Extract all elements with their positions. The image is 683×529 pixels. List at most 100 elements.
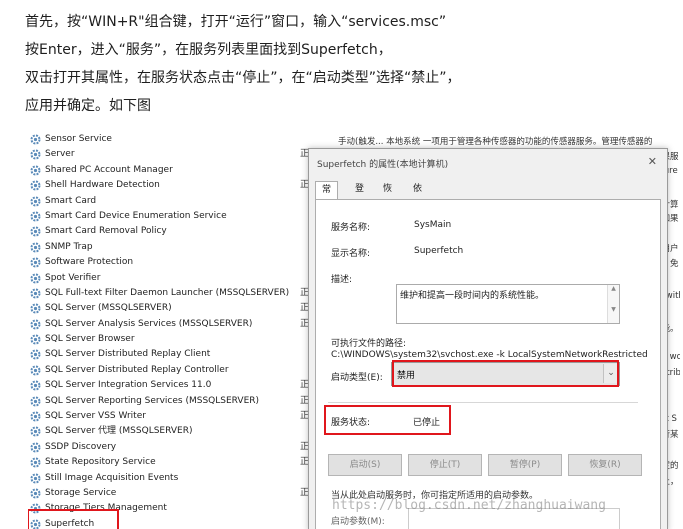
gear-icon bbox=[30, 226, 41, 237]
service-name: Spot Verifier bbox=[45, 272, 101, 283]
service-name: SQL Server 代理 (MSSQLSERVER) bbox=[45, 426, 193, 437]
description-box[interactable]: 维护和提高一段时间内的系统性能。 ▲ ▼ bbox=[396, 284, 620, 324]
service-name: SQL Server Distributed Replay Controller bbox=[45, 364, 229, 375]
service-name: SNMP Trap bbox=[45, 241, 93, 252]
service-row[interactable]: Still Image Acquisition Events bbox=[28, 471, 318, 486]
gear-icon bbox=[30, 349, 41, 360]
service-name: Smart Card Removal Policy bbox=[45, 226, 167, 237]
service-row[interactable]: SQL Server Analysis Services (MSSQLSERVE… bbox=[28, 317, 318, 332]
service-row[interactable]: Software Protection bbox=[28, 255, 318, 270]
service-name: SQL Server Distributed Replay Client bbox=[45, 349, 211, 360]
service-name: Still Image Acquisition Events bbox=[45, 472, 179, 483]
service-name: SQL Server VSS Writer bbox=[45, 411, 146, 422]
gear-icon bbox=[30, 380, 41, 391]
gear-icon bbox=[30, 396, 41, 407]
service-row[interactable]: Smart Card Removal Policy bbox=[28, 224, 318, 239]
tab-dependencies[interactable]: 依存关系 bbox=[407, 181, 428, 245]
gear-icon bbox=[30, 334, 41, 345]
tab-recovery[interactable]: 恢复 bbox=[377, 181, 398, 211]
service-name: Shell Hardware Detection bbox=[45, 180, 160, 191]
service-name-value: SysMain bbox=[414, 220, 452, 230]
gear-icon bbox=[30, 257, 41, 268]
gear-icon bbox=[30, 196, 41, 207]
startup-type-highlight bbox=[392, 360, 619, 387]
service-name: Shared PC Account Manager bbox=[45, 164, 173, 175]
description-text: 维护和提高一段时间内的系统性能。 bbox=[400, 291, 545, 301]
gear-icon bbox=[30, 242, 41, 253]
service-name-label: 服务名称: bbox=[331, 223, 371, 233]
service-row[interactable]: Storage Service 正 bbox=[28, 486, 318, 501]
service-name: SQL Server Reporting Services (MSSQLSERV… bbox=[45, 395, 260, 406]
service-name: SQL Full-text Filter Daemon Launcher (MS… bbox=[45, 287, 290, 298]
service-row[interactable]: SSDP Discovery 正 bbox=[28, 440, 318, 455]
description-label: 描述: bbox=[331, 275, 353, 285]
gear-icon bbox=[30, 488, 41, 499]
service-row[interactable]: SQL Server Browser bbox=[28, 332, 318, 347]
gear-icon bbox=[30, 457, 41, 468]
services-list: Sensor Service Server 正 Shared PC Account M… bbox=[28, 132, 318, 529]
service-row[interactable]: SQL Server Distributed Replay Client bbox=[28, 347, 318, 362]
service-row[interactable]: Shared PC Account Manager bbox=[28, 163, 318, 178]
service-row[interactable]: State Repository Service 正 bbox=[28, 455, 318, 470]
watermark: https://blog.csdn.net/zhanghuaiwang bbox=[332, 498, 606, 513]
service-description-row: 手动(触发... 本地系统 一项用于管理各种传感器的功能的传感器服务。管理传感器… bbox=[338, 137, 653, 147]
service-name: SSDP Discovery bbox=[45, 441, 117, 452]
service-status-highlight bbox=[324, 405, 451, 435]
service-row[interactable]: SQL Server 代理 (MSSQLSERVER) bbox=[28, 424, 318, 439]
service-row[interactable]: SQL Server Reporting Services (MSSQLSERV… bbox=[28, 394, 318, 409]
service-name: SQL Server Integration Services 11.0 bbox=[45, 380, 212, 391]
service-row[interactable]: Smart Card bbox=[28, 194, 318, 209]
startup-type-label: 启动类型(E): bbox=[331, 373, 383, 383]
tab-general[interactable]: 常规 bbox=[315, 181, 339, 212]
exe-path-value: C:\WINDOWS\system32\svchost.exe -k Local… bbox=[331, 350, 648, 360]
gear-icon bbox=[30, 411, 41, 422]
service-row[interactable]: Smart Card Device Enumeration Service bbox=[28, 209, 318, 224]
service-row[interactable]: Sensor Service bbox=[28, 132, 318, 147]
tab-logon[interactable]: 登录 bbox=[349, 181, 370, 211]
startup-params-label: 启动参数(M): bbox=[331, 517, 385, 527]
gear-icon bbox=[30, 442, 41, 453]
article-line-4: 应用并确定。如下图 bbox=[25, 98, 151, 114]
article-line-1: 首先，按“WIN+R"组合键，打开“运行”窗口，输入“services.msc” bbox=[25, 14, 447, 30]
service-name: State Repository Service bbox=[45, 457, 156, 468]
pause-button[interactable]: 暂停(P) bbox=[488, 454, 562, 476]
gear-icon bbox=[30, 365, 41, 376]
resume-button[interactable]: 恢复(R) bbox=[568, 454, 642, 476]
service-row[interactable]: SQL Server Distributed Replay Controller bbox=[28, 363, 318, 378]
display-name-label: 显示名称: bbox=[331, 249, 371, 259]
service-row[interactable]: Shell Hardware Detection 正 bbox=[28, 178, 318, 193]
service-row[interactable]: Server 正 bbox=[28, 147, 318, 162]
service-name: SQL Server Analysis Services (MSSQLSERVE… bbox=[45, 318, 253, 329]
gear-icon bbox=[30, 165, 41, 176]
gear-icon bbox=[30, 211, 41, 222]
service-row[interactable]: SNMP Trap bbox=[28, 240, 318, 255]
dialog-title: Superfetch 的属性(本地计算机) bbox=[317, 160, 449, 170]
divider bbox=[328, 402, 638, 403]
stop-button[interactable]: 停止(T) bbox=[408, 454, 482, 476]
start-button[interactable]: 启动(S) bbox=[328, 454, 402, 476]
article-text: 首先，按“WIN+R"组合键，打开“运行”窗口，输入“services.msc”… bbox=[25, 8, 675, 120]
service-row[interactable]: SQL Server (MSSQLSERVER) 正 bbox=[28, 301, 318, 316]
gear-icon bbox=[30, 473, 41, 484]
service-name: Storage Service bbox=[45, 487, 117, 498]
service-row[interactable]: SQL Server VSS Writer 正 bbox=[28, 409, 318, 424]
close-icon[interactable]: ✕ bbox=[648, 155, 657, 168]
gear-icon bbox=[30, 273, 41, 284]
gear-icon bbox=[30, 319, 41, 330]
gear-icon bbox=[30, 426, 41, 437]
service-row[interactable]: SQL Server Integration Services 11.0 正 bbox=[28, 378, 318, 393]
gear-icon bbox=[30, 149, 41, 160]
service-name: Smart Card Device Enumeration Service bbox=[45, 210, 227, 221]
service-row[interactable]: Spot Verifier bbox=[28, 271, 318, 286]
service-row[interactable]: SQL Full-text Filter Daemon Launcher (MS… bbox=[28, 286, 318, 301]
gear-icon bbox=[30, 180, 41, 191]
services-screenshot: Sensor Service Server 正 Shared PC Account M… bbox=[28, 126, 680, 529]
exe-path-label: 可执行文件的路径: bbox=[331, 339, 407, 349]
gear-icon bbox=[30, 303, 41, 314]
display-name-value: Superfetch bbox=[414, 246, 464, 256]
description-scrollbar[interactable]: ▲ ▼ bbox=[607, 285, 619, 323]
service-name: SQL Server Browser bbox=[45, 334, 135, 345]
service-name: Server bbox=[45, 149, 75, 160]
gear-icon bbox=[30, 134, 41, 145]
service-name: Software Protection bbox=[45, 257, 134, 268]
